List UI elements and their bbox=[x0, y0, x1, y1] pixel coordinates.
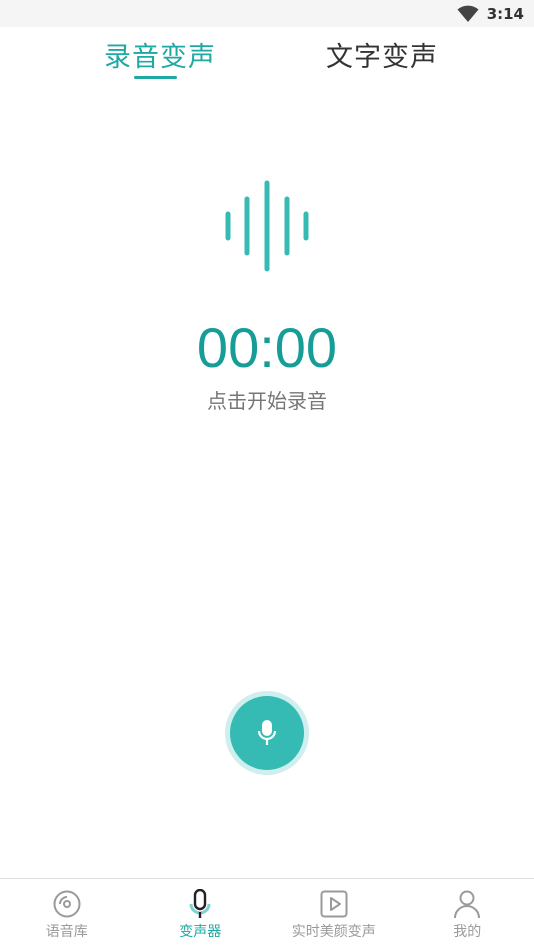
nav-item-realtime-beauty[interactable]: 实时美颜变声 bbox=[267, 879, 401, 949]
microphone-icon bbox=[189, 889, 211, 918]
record-button[interactable] bbox=[225, 691, 309, 775]
wifi-icon bbox=[457, 5, 479, 22]
tab-indicator bbox=[134, 76, 177, 79]
record-hint: 点击开始录音 bbox=[207, 389, 327, 413]
mode-tabs: 录音变声 文字变声 bbox=[0, 27, 534, 85]
sound-wave-icon bbox=[225, 180, 309, 272]
person-icon bbox=[454, 890, 481, 919]
nav-label-voice-library: 语音库 bbox=[45, 924, 88, 940]
nav-item-mine[interactable]: 我的 bbox=[401, 879, 534, 949]
nav-label-voice-changer: 变声器 bbox=[179, 924, 222, 940]
status-right: 3:14 bbox=[457, 4, 524, 24]
bottom-nav: 语音库 变声器 实时美颜变声 我的 bbox=[0, 878, 534, 949]
microphone-icon bbox=[257, 720, 277, 745]
tab-record-voice[interactable]: 录音变声 bbox=[104, 35, 216, 74]
disc-icon bbox=[53, 890, 81, 918]
nav-label-mine: 我的 bbox=[453, 924, 482, 940]
status-time: 3:14 bbox=[486, 5, 524, 23]
tab-text-voice[interactable]: 文字变声 bbox=[326, 35, 438, 74]
nav-item-voice-changer[interactable]: 变声器 bbox=[134, 879, 268, 949]
nav-label-realtime-beauty: 实时美颜变声 bbox=[291, 924, 376, 940]
status-bar: 3:14 bbox=[0, 0, 534, 27]
play-icon bbox=[320, 890, 348, 918]
recording-timer: 00:00 bbox=[196, 316, 338, 379]
nav-item-voice-library[interactable]: 语音库 bbox=[0, 879, 134, 949]
record-button-inner[interactable] bbox=[230, 696, 304, 770]
